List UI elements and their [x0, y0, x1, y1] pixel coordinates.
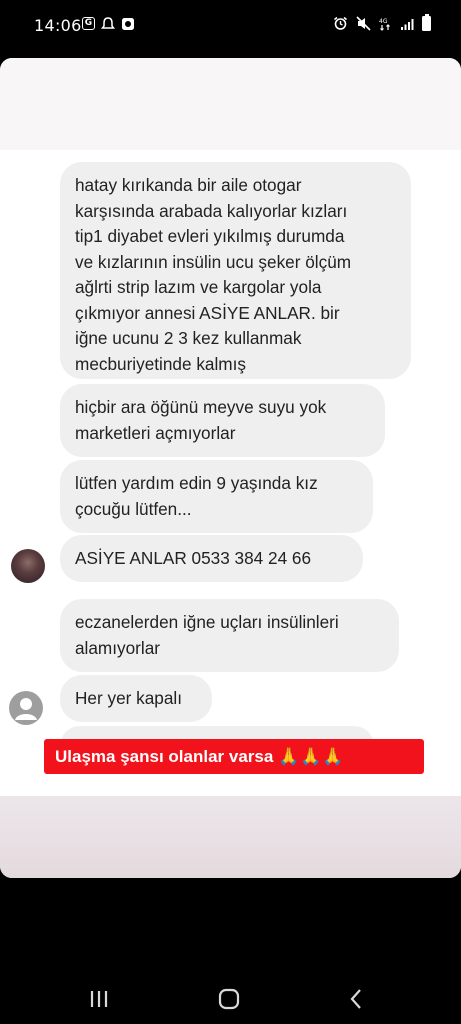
card-top-area — [0, 58, 461, 150]
message-bubble-2: hiçbir ara öğünü meyve suyu yok marketle… — [60, 384, 385, 457]
svg-text:4G: 4G — [379, 18, 388, 25]
recent-apps-icon[interactable] — [84, 984, 114, 1014]
pray-emoji-icons: 🙏🙏🙏 — [278, 747, 345, 766]
whatsapp-icon — [122, 18, 134, 30]
status-bar: 14:06 G 4G — [0, 0, 461, 52]
mute-icon — [356, 16, 371, 31]
back-icon[interactable] — [342, 984, 372, 1014]
status-right-icons: 4G — [333, 14, 431, 31]
message-bubble-4: ASİYE ANLAR 0533 384 24 66 — [60, 535, 363, 582]
battery-icon — [422, 14, 431, 31]
default-avatar-icon[interactable] — [9, 691, 43, 725]
status-left-icons: G — [82, 17, 135, 31]
navigation-bar — [0, 960, 461, 1024]
sender-avatar[interactable] — [11, 549, 45, 583]
card-bottom-area — [0, 796, 461, 878]
story-card: hatay kırıkanda bir aile otogar karşısın… — [0, 58, 461, 878]
caption-banner: Ulaşma şansı olanlar varsa 🙏🙏🙏 — [44, 739, 424, 774]
message-bubble-1: hatay kırıkanda bir aile otogar karşısın… — [60, 162, 411, 379]
notification-icon — [101, 17, 115, 29]
message-bubble-6: Her yer kapalı — [60, 675, 212, 722]
status-time: 14:06 — [34, 16, 82, 35]
alarm-icon — [334, 16, 347, 30]
message-bubble-5: eczanelerden iğne uçları insülinleri ala… — [60, 599, 399, 672]
home-icon[interactable] — [214, 984, 244, 1014]
data-icon: 4G — [379, 18, 390, 31]
banner-text: Ulaşma şansı olanlar varsa — [55, 747, 274, 766]
message-bubble-3: lütfen yardım edin 9 yaşında kız çocuğu … — [60, 460, 373, 533]
signal-icon — [401, 18, 414, 30]
google-g-icon: G — [82, 17, 95, 30]
